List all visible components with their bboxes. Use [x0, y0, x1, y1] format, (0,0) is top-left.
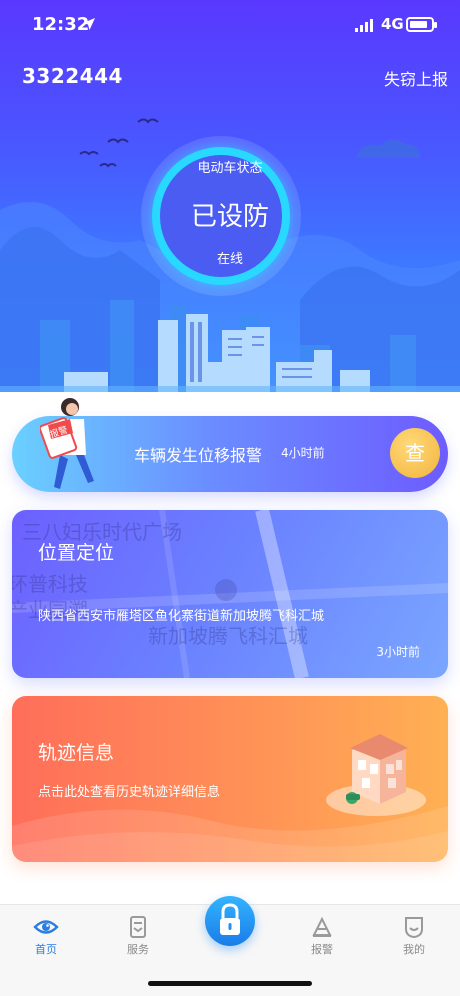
- lock-button[interactable]: [205, 896, 255, 946]
- battery-icon: [406, 17, 437, 32]
- building-illustration: [326, 734, 426, 816]
- map-poi-label: 新加坡腾飞科汇城: [148, 624, 308, 648]
- padlock-icon: [220, 903, 240, 935]
- service-icon: [130, 916, 146, 938]
- alarm-person-illustration: 报警: [40, 398, 94, 489]
- tab-alarm[interactable]: 报警: [292, 915, 352, 957]
- profile-icon: [405, 917, 423, 939]
- vehicle-online-status: 在线: [216, 252, 243, 267]
- tab-alarm-label: 报警: [311, 943, 333, 956]
- tab-home[interactable]: 首页: [16, 915, 76, 957]
- tab-mine-label: 我的: [403, 943, 425, 956]
- status-bar: 12:32 4G: [0, 0, 460, 50]
- check-alert-button[interactable]: 查: [390, 428, 440, 478]
- tab-service-label: 服务: [127, 943, 149, 956]
- vehicle-status-title: 电动车状态: [197, 161, 263, 176]
- alert-message: 车辆发生位移报警: [134, 446, 263, 465]
- eye-icon: [33, 920, 59, 934]
- location-title: 位置定位: [38, 542, 115, 564]
- tab-service[interactable]: 服务: [108, 915, 168, 957]
- report-theft-button[interactable]: 失窃上报: [384, 66, 448, 90]
- track-title: 轨迹信息: [38, 742, 115, 764]
- device-id: 3322444: [22, 64, 123, 88]
- tab-home-label: 首页: [35, 943, 57, 956]
- track-description: 点击此处查看历史轨迹详细信息: [38, 785, 221, 800]
- network-type: 4G: [381, 15, 404, 33]
- tab-mine[interactable]: 我的: [384, 915, 444, 957]
- location-arrow-icon: [83, 18, 95, 30]
- signal-icon: [355, 19, 373, 32]
- map-poi-label: 环普科技: [12, 572, 88, 596]
- alarm-icon: [312, 916, 332, 937]
- status-time: 12:32: [32, 14, 90, 35]
- location-address: 陕西省西安市雁塔区鱼化寨街道新加坡腾飞科汇城: [38, 609, 325, 624]
- location-time: 3小时前: [376, 645, 420, 659]
- alert-time: 4小时前: [281, 446, 325, 460]
- home-indicator[interactable]: [148, 981, 312, 986]
- vehicle-armed-state: 已设防: [190, 202, 269, 232]
- hero-section: 12:32 4G 3322444 失窃上报 电动车状态 已设防 在线: [0, 0, 460, 392]
